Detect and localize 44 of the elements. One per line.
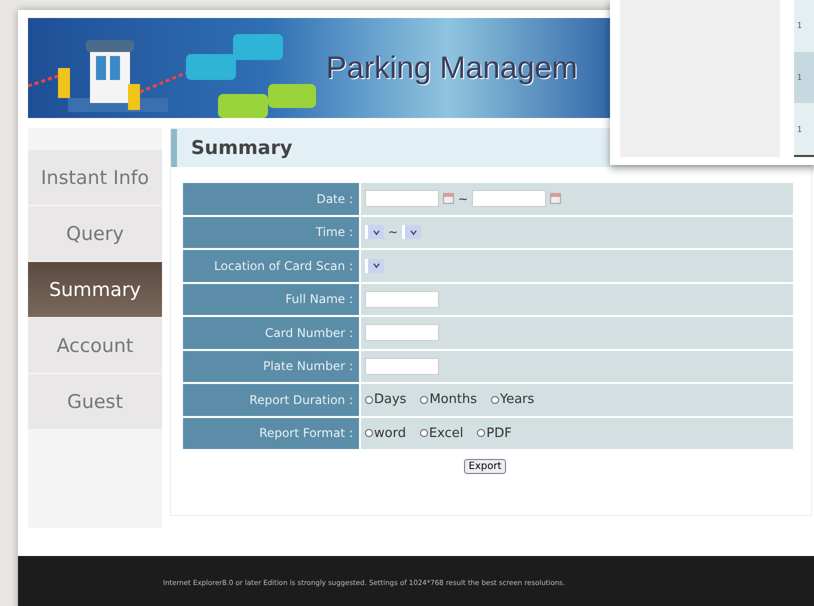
input-field[interactable] bbox=[365, 324, 439, 342]
radio-label: PDF bbox=[486, 426, 512, 441]
panel-title: Summary bbox=[191, 137, 292, 159]
time-dropdown[interactable] bbox=[365, 225, 384, 240]
radio-button[interactable] bbox=[365, 396, 373, 404]
range-separator: ~ bbox=[388, 225, 398, 240]
sidebar-item[interactable]: Query bbox=[28, 206, 162, 262]
radio-button[interactable] bbox=[420, 429, 428, 438]
radio-label: word bbox=[374, 426, 406, 441]
field-label: Location of Card Scan : bbox=[183, 250, 359, 282]
field-label: Report Format : bbox=[183, 418, 359, 449]
app-title: Parking Managem bbox=[326, 50, 578, 86]
radio-button[interactable] bbox=[490, 396, 499, 404]
radio-button[interactable] bbox=[477, 429, 486, 438]
field-label: Report Duration : bbox=[183, 384, 359, 416]
date-field[interactable] bbox=[365, 190, 439, 208]
range-separator: ~ bbox=[458, 192, 468, 206]
sidebar-item[interactable]: Guest bbox=[28, 374, 162, 430]
date-field[interactable] bbox=[472, 190, 546, 208]
time-dropdown[interactable] bbox=[402, 225, 422, 240]
sidebar-item[interactable]: Account bbox=[28, 318, 162, 374]
input-field[interactable] bbox=[365, 290, 439, 308]
table-cell: 1 bbox=[794, 52, 814, 104]
radio-label: Days bbox=[374, 392, 406, 408]
table-cell: 1 bbox=[794, 0, 814, 52]
caret-icon bbox=[410, 228, 417, 236]
radio-label: Years bbox=[500, 392, 534, 408]
caret-icon bbox=[372, 262, 380, 270]
radio-label: Months bbox=[429, 392, 477, 408]
table-cell: 1 bbox=[794, 103, 814, 156]
radio-button[interactable] bbox=[420, 396, 428, 404]
location-dropdown[interactable] bbox=[365, 258, 384, 273]
radio-label: Excel bbox=[428, 426, 464, 441]
export-button[interactable]: Export bbox=[464, 459, 506, 474]
caret-icon bbox=[372, 228, 380, 236]
field-label: Date : bbox=[183, 183, 359, 214]
field-label: Time : bbox=[183, 216, 359, 248]
radio-button[interactable] bbox=[365, 429, 373, 438]
field-label: Card Number : bbox=[183, 317, 359, 348]
input-field[interactable] bbox=[365, 358, 439, 375]
sidebar-item[interactable]: Instant Info bbox=[28, 150, 162, 206]
sidebar-item[interactable]: Summary bbox=[28, 262, 162, 318]
field-label: Plate Number : bbox=[183, 350, 359, 382]
field-label: Full Name : bbox=[183, 284, 359, 315]
